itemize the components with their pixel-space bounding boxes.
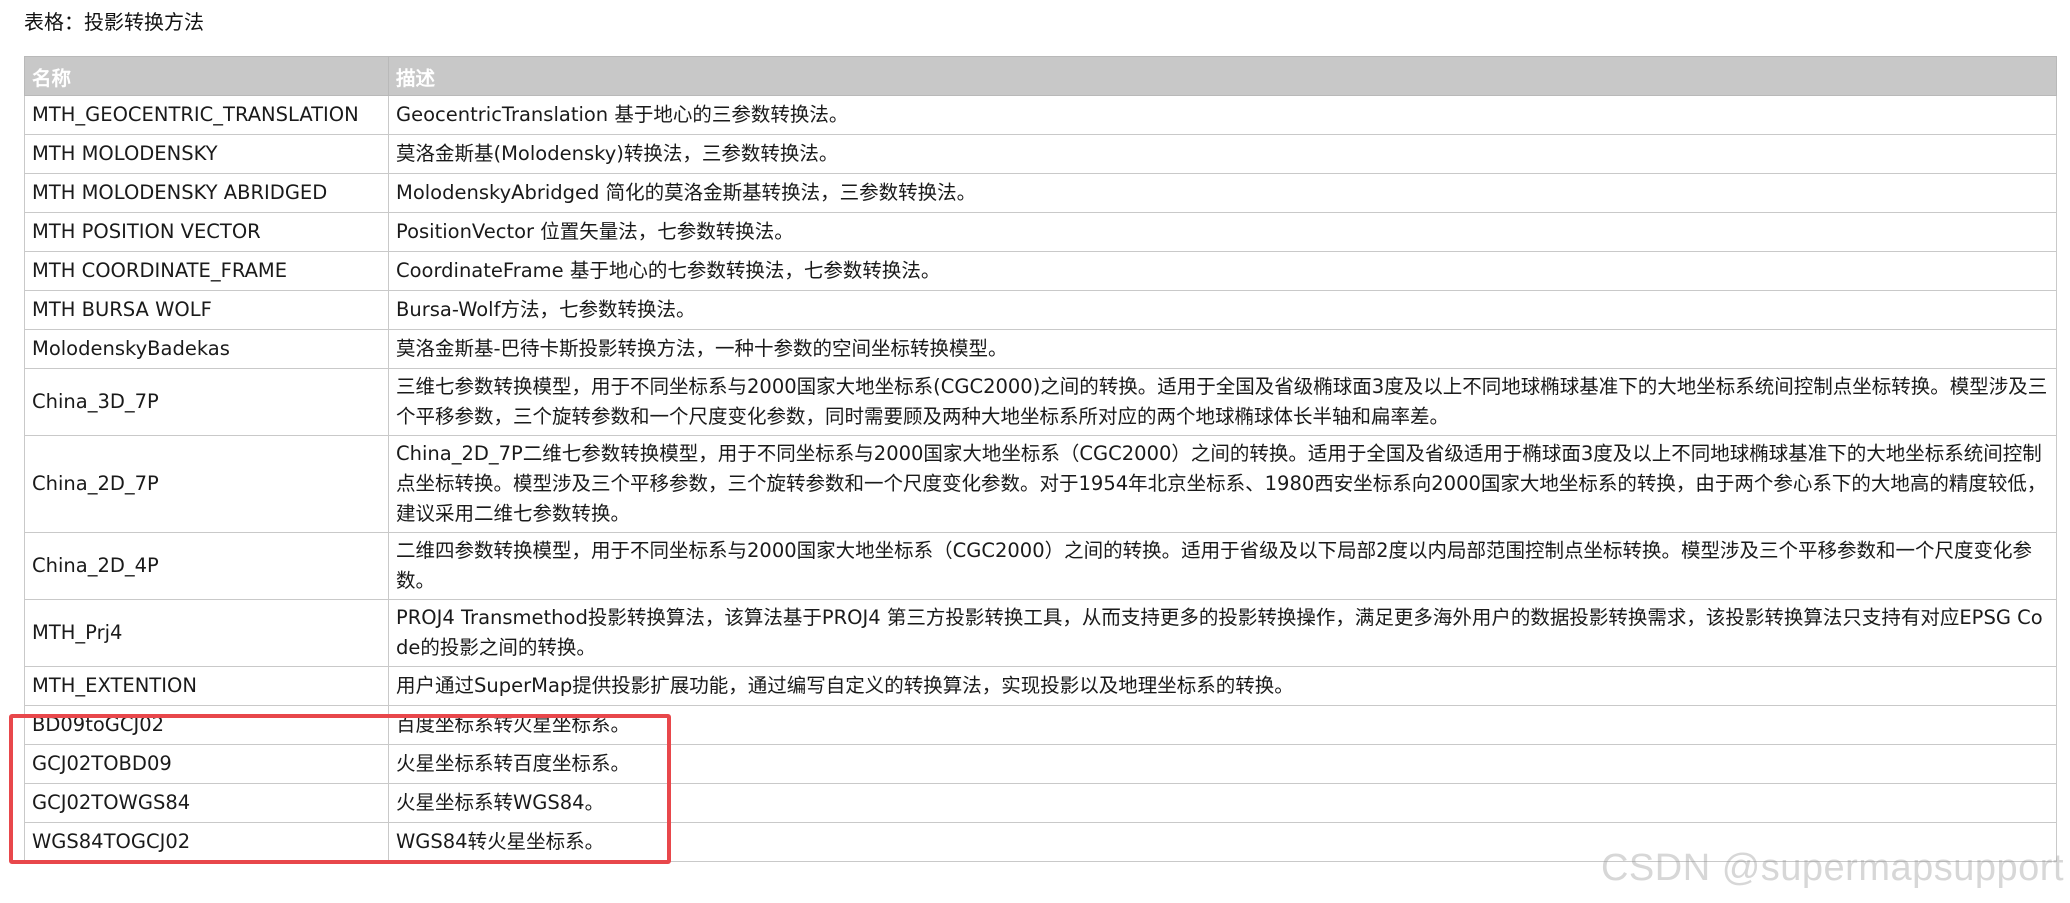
table-row: MTH COORDINATE_FRAME CoordinateFrame 基于地… bbox=[24, 251, 2057, 291]
method-name: GCJ02TOWGS84 bbox=[24, 783, 389, 823]
method-description: PROJ4 Transmethod投影转换算法，该算法基于PROJ4 第三方投影… bbox=[388, 599, 2057, 667]
method-description: CoordinateFrame 基于地心的七参数转换法，七参数转换法。 bbox=[388, 251, 2057, 291]
method-description: 三维七参数转换模型，用于不同坐标系与2000国家大地坐标系(CGC2000)之间… bbox=[388, 368, 2057, 436]
table-row: MTH BURSA WOLF Bursa-Wolf方法，七参数转换法。 bbox=[24, 290, 2057, 330]
projection-methods-table: 名称 描述 MTH_GEOCENTRIC_TRANSLATION Geocent… bbox=[24, 56, 2057, 862]
table-row: China_2D_4P 二维四参数转换模型，用于不同坐标系与2000国家大地坐标… bbox=[24, 532, 2057, 600]
method-name: China_2D_4P bbox=[24, 532, 389, 600]
method-description: 火星坐标系转百度坐标系。 bbox=[388, 744, 2057, 784]
column-header-name: 名称 bbox=[24, 56, 389, 96]
method-description: 二维四参数转换模型，用于不同坐标系与2000国家大地坐标系（CGC2000）之间… bbox=[388, 532, 2057, 600]
method-name: MolodenskyBadekas bbox=[24, 329, 389, 369]
method-description: 用户通过SuperMap提供投影扩展功能，通过编写自定义的转换算法，实现投影以及… bbox=[388, 666, 2057, 706]
method-name: MTH MOLODENSKY bbox=[24, 134, 389, 174]
method-description: PositionVector 位置矢量法，七参数转换法。 bbox=[388, 212, 2057, 252]
method-name: MTH_EXTENTION bbox=[24, 666, 389, 706]
table-header-row: 名称 描述 bbox=[24, 56, 2057, 96]
table-row: MTH_GEOCENTRIC_TRANSLATION GeocentricTra… bbox=[24, 95, 2057, 135]
column-header-description: 描述 bbox=[388, 56, 2057, 96]
method-description: 火星坐标系转WGS84。 bbox=[388, 783, 2057, 823]
table-row-highlighted: BD09toGCJ02 百度坐标系转火星坐标系。 bbox=[24, 705, 2057, 745]
method-name: MTH POSITION VECTOR bbox=[24, 212, 389, 252]
table-row: MolodenskyBadekas 莫洛金斯基-巴待卡斯投影转换方法，一种十参数… bbox=[24, 329, 2057, 369]
method-description: GeocentricTranslation 基于地心的三参数转换法。 bbox=[388, 95, 2057, 135]
table-row: MTH MOLODENSKY ABRIDGED MolodenskyAbridg… bbox=[24, 173, 2057, 213]
watermark: CSDN @supermapsupport bbox=[1600, 847, 2064, 889]
table-row: China_2D_7P China_2D_7P二维七参数转换模型，用于不同坐标系… bbox=[24, 435, 2057, 533]
method-name: BD09toGCJ02 bbox=[24, 705, 389, 745]
method-name: MTH_Prj4 bbox=[24, 599, 389, 667]
method-description: China_2D_7P二维七参数转换模型，用于不同坐标系与2000国家大地坐标系… bbox=[388, 435, 2057, 533]
method-name: China_2D_7P bbox=[24, 435, 389, 533]
method-name: China_3D_7P bbox=[24, 368, 389, 436]
table-caption: 表格：投影转换方法 bbox=[24, 10, 204, 34]
method-name: MTH MOLODENSKY ABRIDGED bbox=[24, 173, 389, 213]
table-row: MTH POSITION VECTOR PositionVector 位置矢量法… bbox=[24, 212, 2057, 252]
method-name: GCJ02TOBD09 bbox=[24, 744, 389, 784]
table-row: China_3D_7P 三维七参数转换模型，用于不同坐标系与2000国家大地坐标… bbox=[24, 368, 2057, 436]
table-row-highlighted: GCJ02TOBD09 火星坐标系转百度坐标系。 bbox=[24, 744, 2057, 784]
method-name: WGS84TOGCJ02 bbox=[24, 822, 389, 862]
method-name: MTH_GEOCENTRIC_TRANSLATION bbox=[24, 95, 389, 135]
method-description: Bursa-Wolf方法，七参数转换法。 bbox=[388, 290, 2057, 330]
method-description: MolodenskyAbridged 简化的莫洛金斯基转换法，三参数转换法。 bbox=[388, 173, 2057, 213]
method-description: 莫洛金斯基(Molodensky)转换法，三参数转换法。 bbox=[388, 134, 2057, 174]
method-description: 百度坐标系转火星坐标系。 bbox=[388, 705, 2057, 745]
table-row-highlighted: GCJ02TOWGS84 火星坐标系转WGS84。 bbox=[24, 783, 2057, 823]
table-row: MTH_EXTENTION 用户通过SuperMap提供投影扩展功能，通过编写自… bbox=[24, 666, 2057, 706]
table-row: MTH MOLODENSKY 莫洛金斯基(Molodensky)转换法，三参数转… bbox=[24, 134, 2057, 174]
method-description: 莫洛金斯基-巴待卡斯投影转换方法，一种十参数的空间坐标转换模型。 bbox=[388, 329, 2057, 369]
table-row: MTH_Prj4 PROJ4 Transmethod投影转换算法，该算法基于PR… bbox=[24, 599, 2057, 667]
method-name: MTH BURSA WOLF bbox=[24, 290, 389, 330]
method-name: MTH COORDINATE_FRAME bbox=[24, 251, 389, 291]
